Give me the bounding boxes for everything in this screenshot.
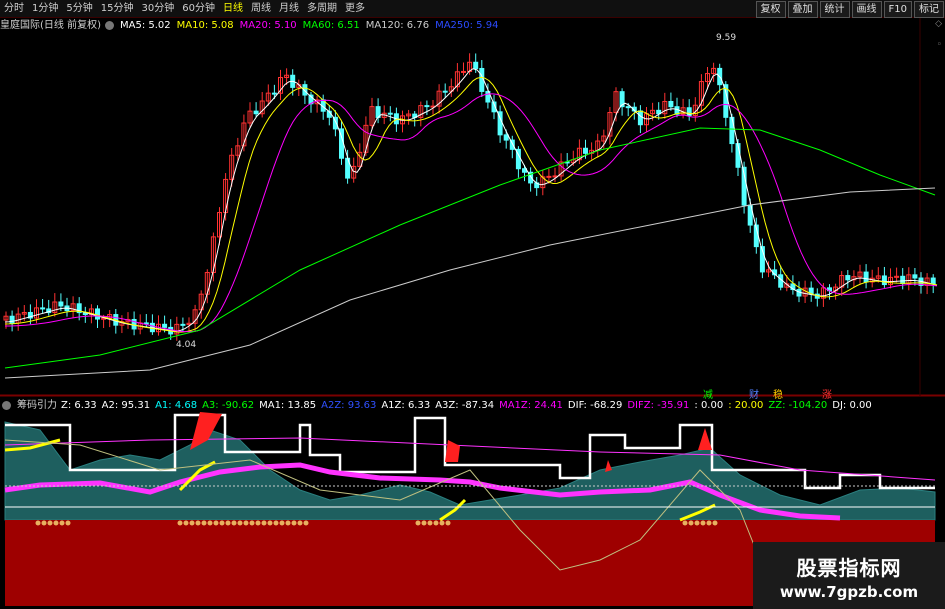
buy-marker	[189, 520, 195, 526]
candle	[912, 274, 918, 279]
buy-marker	[297, 520, 303, 526]
buy-marker	[231, 520, 237, 526]
high-price-label: 9.59	[716, 33, 737, 43]
candle	[729, 116, 735, 145]
buy-marker	[712, 520, 718, 526]
candle	[863, 271, 869, 283]
candle	[552, 175, 558, 178]
buy-marker	[700, 520, 706, 526]
buy-marker	[273, 520, 279, 526]
candle	[583, 147, 588, 154]
buy-marker	[35, 520, 41, 526]
buy-marker	[303, 520, 309, 526]
buy-marker	[177, 520, 183, 526]
candle	[625, 106, 631, 109]
buy-marker	[47, 520, 53, 526]
buy-marker	[65, 520, 71, 526]
buy-marker	[688, 520, 694, 526]
candle	[881, 275, 887, 286]
buy-marker	[213, 520, 219, 526]
candle	[930, 277, 936, 285]
candle	[668, 100, 674, 108]
buy-marker	[225, 520, 231, 526]
candle	[546, 175, 552, 178]
buy-marker	[291, 520, 297, 526]
buy-marker	[195, 520, 201, 526]
buy-marker	[285, 520, 291, 526]
candle	[473, 61, 479, 69]
buy-marker	[279, 520, 285, 526]
candle	[40, 307, 46, 310]
low-price-label: 4.04	[176, 340, 197, 350]
buy-marker	[415, 520, 421, 526]
buy-marker	[694, 520, 700, 526]
candle	[442, 90, 448, 93]
buy-marker	[41, 520, 47, 526]
buy-marker	[439, 520, 445, 526]
buy-marker	[201, 520, 207, 526]
candle	[95, 308, 100, 320]
watermark-url: www.7gpzb.com	[779, 583, 919, 601]
buy-marker	[445, 520, 451, 526]
candle	[253, 110, 259, 115]
buy-marker	[237, 520, 243, 526]
buy-marker	[433, 520, 439, 526]
buy-marker	[682, 520, 688, 526]
candle	[387, 112, 393, 115]
candle	[845, 275, 851, 281]
buy-marker	[183, 520, 189, 526]
red-flag-4	[698, 428, 712, 450]
buy-marker	[427, 520, 433, 526]
buy-marker	[249, 520, 255, 526]
ma120-line	[4, 187, 936, 379]
candle	[162, 323, 168, 328]
signal-wen[interactable]: 稳	[773, 386, 783, 401]
buy-marker	[53, 520, 59, 526]
watermark: 股票指标网 www.7gpzb.com	[753, 542, 945, 609]
signal-zhang[interactable]: 涨	[822, 386, 832, 401]
candle	[424, 105, 430, 108]
candle	[637, 110, 643, 126]
candle	[503, 134, 509, 141]
candle	[900, 275, 906, 284]
buy-marker	[219, 520, 225, 526]
buy-marker	[261, 520, 267, 526]
signal-cai[interactable]: 财	[749, 386, 759, 401]
signal-jian[interactable]: 减	[703, 386, 713, 401]
red-flag-2	[445, 440, 460, 462]
candle	[180, 323, 186, 326]
buy-marker	[207, 520, 213, 526]
candle	[143, 322, 149, 325]
buy-marker	[267, 520, 273, 526]
ma5-line	[4, 68, 938, 332]
buy-marker	[706, 520, 712, 526]
buy-marker	[255, 520, 261, 526]
buy-marker	[59, 520, 65, 526]
buy-marker	[243, 520, 249, 526]
candle	[461, 70, 466, 73]
watermark-title: 股票指标网	[796, 556, 902, 580]
candle	[58, 301, 64, 307]
buy-marker	[421, 520, 427, 526]
ma60-line	[4, 127, 936, 369]
kline-chart[interactable]	[0, 0, 945, 609]
candle	[271, 92, 277, 95]
red-flag-3	[605, 460, 612, 472]
